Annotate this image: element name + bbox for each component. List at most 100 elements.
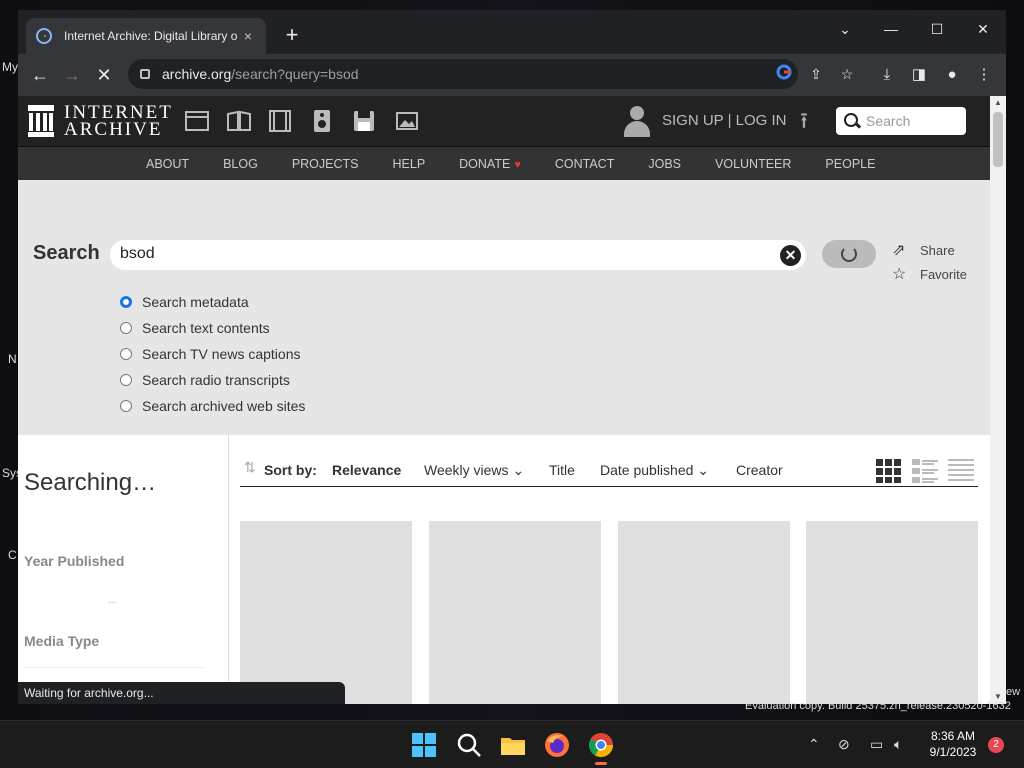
grid-view-icon[interactable] <box>876 459 902 483</box>
radio-button[interactable] <box>120 322 132 334</box>
download-icon[interactable]: ⤓ <box>875 64 899 86</box>
radio-label: Search text contents <box>142 320 270 336</box>
clear-search-icon[interactable]: ✕ <box>780 245 801 266</box>
facet-year-published[interactable]: Year Published <box>24 553 124 569</box>
evaluation-watermark: Evaluation copy. Build 25375.zn_release.… <box>745 700 1011 712</box>
result-tile-placeholder[interactable] <box>240 521 412 704</box>
tray-overflow-icon[interactable]: ⌃ <box>808 736 820 753</box>
sort-title[interactable]: Title <box>549 462 575 478</box>
scroll-up-icon[interactable]: ▲ <box>990 96 1006 110</box>
texts-icon[interactable] <box>226 109 252 133</box>
share-label: Share <box>920 242 955 258</box>
nav-about[interactable]: ABOUT <box>146 157 189 171</box>
results-panel: ⇅ Sort by: Relevance Weekly views ⌄ Titl… <box>230 435 990 704</box>
minimize-button[interactable]: — <box>871 14 911 44</box>
share-button[interactable]: ⇗ Share <box>892 240 955 260</box>
volume-icon[interactable]: 🔈︎ <box>894 736 902 753</box>
firefox-icon[interactable] <box>543 731 571 759</box>
result-tile-placeholder[interactable] <box>618 521 790 704</box>
ia-top-header: INTERNET ARCHIVE SIGN UP | LOG IN ⭱ Sear… <box>18 96 990 146</box>
search-icon <box>844 113 860 129</box>
list-detail-view-icon[interactable] <box>912 459 938 483</box>
sort-weekly-views[interactable]: Weekly views ⌄ <box>424 462 524 479</box>
stop-loading-icon[interactable]: ✕ <box>89 60 119 90</box>
menu-kebab-icon[interactable]: ⋮ <box>972 64 996 86</box>
upload-icon[interactable]: ⭱ <box>794 108 814 134</box>
radio-search-text-contents[interactable]: Search text contents <box>120 320 270 336</box>
audio-icon[interactable] <box>309 109 335 133</box>
result-tile-placeholder[interactable] <box>806 521 978 704</box>
compact-list-view-icon[interactable] <box>948 459 974 483</box>
profile-icon[interactable]: ● <box>940 64 964 86</box>
windows-taskbar: ⌃ ⊘ ▭ 🔈︎ 8:36 AM 9/1/2023 2 <box>0 720 1024 768</box>
radio-search-metadata[interactable]: Search metadata <box>120 294 249 310</box>
radio-button[interactable] <box>120 374 132 386</box>
sort-direction-icon[interactable]: ⇅ <box>244 459 256 476</box>
start-icon[interactable] <box>410 731 438 759</box>
nav-projects[interactable]: PROJECTS <box>292 157 359 171</box>
browser-status-text: Waiting for archive.org... <box>18 682 345 704</box>
search-taskbar-icon[interactable] <box>455 731 483 759</box>
facet-media-type[interactable]: Media Type <box>24 633 99 649</box>
google-lens-icon[interactable] <box>774 64 794 84</box>
display-icon[interactable]: ▭ <box>870 736 883 753</box>
sort-date-published[interactable]: Date published ⌄ <box>600 462 709 479</box>
user-avatar-icon[interactable] <box>624 106 650 138</box>
ia-header-search-input[interactable]: Search <box>836 107 966 135</box>
video-icon[interactable] <box>267 109 293 133</box>
browser-tab[interactable]: ◔ Internet Archive: Digital Library o × <box>26 18 266 54</box>
main-search-input[interactable]: bsod ✕ <box>110 240 806 270</box>
radio-label: Search TV news captions <box>142 346 301 362</box>
radio-button[interactable] <box>120 348 132 360</box>
side-panel-icon[interactable]: ◨ <box>907 64 931 86</box>
search-query-value: bsod <box>120 245 155 262</box>
nav-people[interactable]: PEOPLE <box>825 157 875 171</box>
scroll-thumb[interactable] <box>993 112 1003 167</box>
share-page-icon[interactable]: ⇪ <box>806 64 826 84</box>
maximize-button[interactable]: ☐ <box>917 14 957 44</box>
new-tab-button[interactable]: + <box>278 22 306 50</box>
software-icon[interactable] <box>351 109 377 133</box>
radio-search-tv-captions[interactable]: Search TV news captions <box>120 346 301 362</box>
favorite-label: Favorite <box>920 266 967 282</box>
file-explorer-icon[interactable] <box>499 731 527 759</box>
web-icon[interactable] <box>184 109 210 133</box>
radio-search-radio-transcripts[interactable]: Search radio transcripts <box>120 372 290 388</box>
radio-button[interactable] <box>120 400 132 412</box>
ia-logo[interactable]: INTERNET ARCHIVE <box>28 103 173 139</box>
result-tile-placeholder[interactable] <box>429 521 601 704</box>
tab-search-button[interactable]: ⌄ <box>825 14 865 44</box>
nav-help[interactable]: HELP <box>393 157 426 171</box>
nav-contact[interactable]: CONTACT <box>555 157 615 171</box>
images-icon[interactable] <box>394 109 420 133</box>
network-icon[interactable]: ⊘ <box>838 736 850 753</box>
nav-donate[interactable]: DONATE ♥ <box>459 157 521 171</box>
desktop-label-fragment: My <box>2 60 18 74</box>
url-host: archive.org <box>162 66 232 82</box>
favorite-button[interactable]: ☆ Favorite <box>892 264 967 284</box>
divider <box>24 667 204 668</box>
nav-volunteer[interactable]: VOLUNTEER <box>715 157 791 171</box>
forward-icon[interactable]: → <box>57 60 87 90</box>
notification-badge[interactable]: 2 <box>988 737 1004 753</box>
close-window-button[interactable]: ✕ <box>963 14 1003 44</box>
address-bar[interactable]: archive.org/search?query=bsod <box>128 59 798 89</box>
tab-close-icon[interactable]: × <box>240 28 256 44</box>
chevron-down-icon: ⌄ <box>512 462 525 478</box>
radio-button[interactable] <box>120 296 132 308</box>
sort-relevance[interactable]: Relevance <box>332 462 401 478</box>
search-submit-button[interactable] <box>822 240 876 268</box>
chrome-icon[interactable] <box>587 731 615 765</box>
back-icon[interactable]: ← <box>25 60 55 90</box>
nav-blog[interactable]: BLOG <box>223 157 258 171</box>
url-path: /search?query=bsod <box>231 66 359 82</box>
sort-creator[interactable]: Creator <box>736 462 783 478</box>
radio-search-web-sites[interactable]: Search archived web sites <box>120 398 305 414</box>
taskbar-clock[interactable]: 8:36 AM 9/1/2023 <box>926 728 980 760</box>
page-scrollbar[interactable]: ▲ ▼ <box>990 96 1006 704</box>
search-placeholder: Search <box>866 113 911 129</box>
bookmark-star-icon[interactable]: ☆ <box>837 64 857 84</box>
signup-login-link[interactable]: SIGN UP | LOG IN <box>662 112 786 129</box>
chevron-down-icon: ⌄ <box>697 462 710 478</box>
nav-jobs[interactable]: JOBS <box>648 157 681 171</box>
